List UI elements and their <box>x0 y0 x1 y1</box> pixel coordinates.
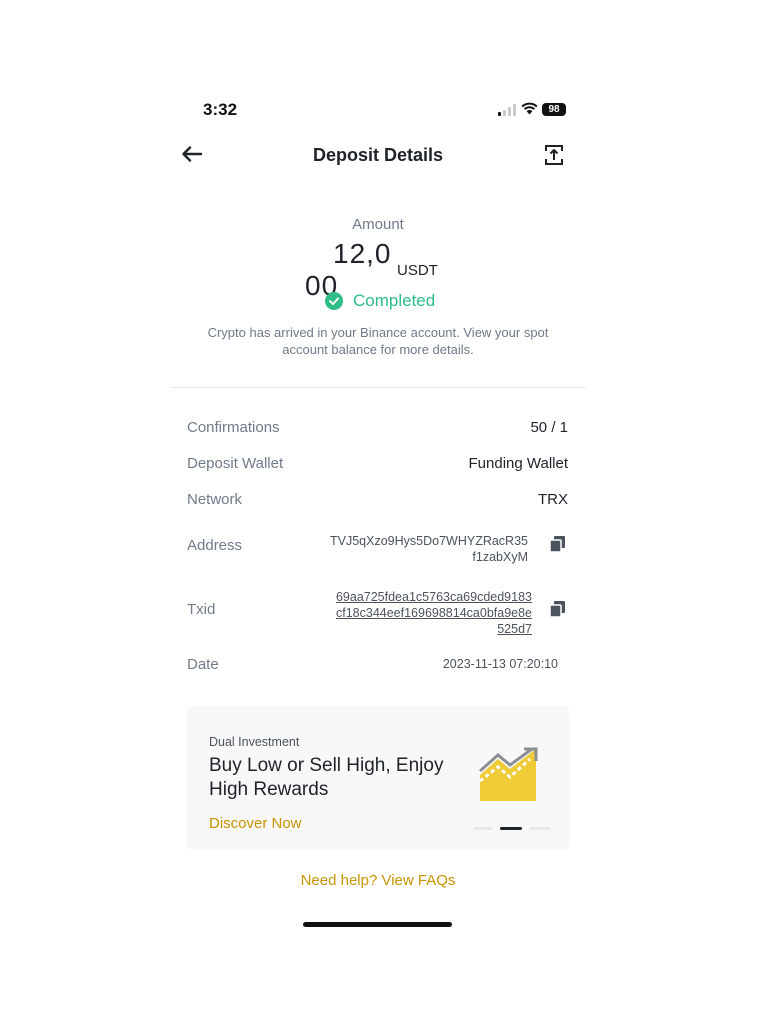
amount-value: 12,0 <box>333 238 392 269</box>
confirmations-label: Confirmations <box>187 419 280 436</box>
promo-title: Buy Low or Sell High, Enjoy High Rewards <box>209 755 444 800</box>
deposit-wallet-value: Funding Wallet <box>468 455 569 472</box>
page-title: Deposit Details <box>312 145 444 165</box>
cellular-signal-icon <box>498 104 518 116</box>
carousel-indicator <box>474 827 550 830</box>
battery-indicator: 98 <box>542 103 566 116</box>
section-divider <box>170 387 586 388</box>
status-badge: Completed <box>353 291 436 310</box>
deposit-note: Crypto has arrived in your Binance accou… <box>207 325 549 357</box>
status-time: 3:32 <box>203 100 238 119</box>
help-faq-link[interactable]: Need help? View FAQs <box>260 872 496 889</box>
check-circle-icon <box>325 292 343 310</box>
share-icon[interactable] <box>544 144 564 166</box>
network-label: Network <box>187 491 243 508</box>
date-value: 2023-11-13 07:20:10 <box>442 657 558 671</box>
confirmations-value: 50 / 1 <box>530 419 568 436</box>
rising-chart-icon <box>479 747 538 801</box>
discover-now-link[interactable]: Discover Now <box>209 815 302 832</box>
txid-link[interactable]: 69aa725fdea1c5763ca69cded9183cf18c344eef… <box>332 589 532 637</box>
network-value: TRX <box>538 491 568 508</box>
address-label: Address <box>187 537 243 554</box>
amount-label: Amount <box>352 216 404 233</box>
copy-txid-icon[interactable] <box>549 600 566 618</box>
date-label: Date <box>187 656 219 673</box>
amount-unit: USDT <box>397 262 438 279</box>
copy-address-icon[interactable] <box>549 535 566 553</box>
promo-category: Dual Investment <box>209 735 300 749</box>
home-indicator[interactable] <box>303 922 452 927</box>
wifi-icon <box>521 102 538 115</box>
address-value: TVJ5qXzo9Hys5Do7WHYZRacR35f1zabXyM <box>330 534 528 564</box>
txid-label: Txid <box>187 601 216 618</box>
deposit-wallet-label: Deposit Wallet <box>187 455 284 472</box>
back-arrow-icon[interactable] <box>180 143 204 165</box>
